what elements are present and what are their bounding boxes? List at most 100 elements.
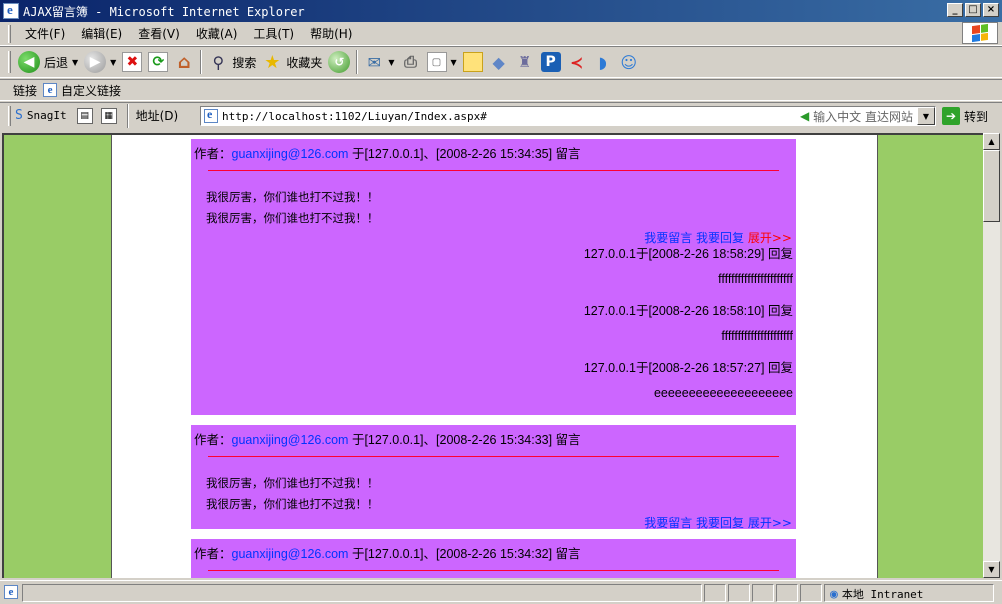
search-icon: ⚲ (212, 52, 225, 72)
go-arrow-icon: ➔ (942, 107, 960, 125)
notes-button[interactable] (460, 48, 486, 76)
mail-icon: ✉ (367, 52, 382, 72)
toolbar-people-button[interactable]: ☺ (616, 48, 642, 76)
refresh-button[interactable]: ⟳ (145, 48, 171, 76)
zone-indicator: ◉ 本地 Intranet (830, 586, 924, 602)
ie-icon: e (43, 83, 58, 97)
capture-window-icon[interactable]: ▤ (76, 107, 93, 124)
research-button[interactable]: ◆ (486, 48, 512, 76)
capture-region-icon[interactable]: ▦ (100, 107, 117, 124)
refresh-icon: ⟳ (148, 52, 169, 72)
message-meta: 于[127.0.0.1]、[2008-2-26 15:34:35] 留言 (351, 147, 581, 161)
message-card: 作者：guanxijing@126.com 于[127.0.0.1]、[2008… (191, 539, 796, 578)
bookmark-icon: ◆ (492, 52, 505, 72)
author-email-link[interactable]: guanxijing@126.com (232, 147, 349, 161)
back-button[interactable]: ◀ 后退 ▼ (15, 48, 81, 76)
snagit-icon: S (15, 108, 23, 123)
messenger-button[interactable]: ♜ (512, 48, 538, 76)
menu-edit[interactable]: 编辑(E) (73, 25, 130, 42)
printer-icon: ⎙ (404, 52, 417, 71)
page-viewport[interactable]: 作者：guanxijing@126.com 于[127.0.0.1]、[2008… (2, 133, 983, 578)
note-icon (462, 52, 483, 72)
reply-text: eeeeeeeeeeeeeeeeeeee (653, 386, 793, 400)
scroll-up-button[interactable]: ▲ (983, 133, 1000, 150)
author-email-link[interactable]: guanxijing@126.com (232, 547, 349, 561)
print-button[interactable]: ⎙ (398, 48, 424, 76)
close-button[interactable]: × (983, 3, 999, 17)
message-header: 作者：guanxijing@126.com 于[127.0.0.1]、[2008… (194, 147, 581, 161)
message-header: 作者：guanxijing@126.com 于[127.0.0.1]、[2008… (194, 433, 581, 447)
window-title: AJAX留言簿 - Microsoft Internet Explorer (23, 4, 305, 19)
message-card: 作者：guanxijing@126.com 于[127.0.0.1]、[2008… (191, 425, 796, 531)
message-line: 我很厉害，你们谁也打不过我！！ (206, 211, 379, 225)
search-button[interactable]: ⚲ 搜索 (205, 48, 259, 76)
message-line: 我很厉害，你们谁也打不过我！！ (206, 190, 379, 204)
go-button[interactable]: ➔ 转到 (942, 107, 988, 125)
toolbar-swoosh-button[interactable]: ≺ (564, 48, 590, 76)
divider (208, 170, 779, 171)
toolbar-fish-button[interactable]: ◗ (590, 48, 616, 76)
dropdown-arrow-icon[interactable]: ▼ (388, 58, 394, 67)
favorites-button[interactable]: ★ 收藏夹 (259, 48, 325, 76)
message-meta: 于[127.0.0.1]、[2008-2-26 15:34:32] 留言 (351, 547, 581, 561)
address-url[interactable]: http://localhost:1102/Liuyan/Index.aspx# (222, 110, 487, 123)
leave-message-link[interactable]: 我要留言 (644, 516, 692, 530)
dropdown-arrow-icon[interactable]: ▼ (72, 58, 78, 67)
page-content: 作者：guanxijing@126.com 于[127.0.0.1]、[2008… (111, 135, 878, 578)
home-button[interactable]: ⌂ (171, 48, 197, 76)
reply-meta: 127.0.0.1于[2008-2-26 18:57:27] 回复 (583, 361, 793, 375)
forward-button[interactable]: ▶ ▼ (81, 48, 119, 76)
toolbar-p-button[interactable]: P (538, 48, 564, 76)
scroll-down-button[interactable]: ▼ (983, 561, 1000, 578)
messenger-icon: ♜ (517, 53, 532, 71)
title-bar: AJAX留言簿 - Microsoft Internet Explorer _ … (0, 0, 1002, 22)
links-bar: 链接 e 自定义链接 (0, 79, 1002, 101)
page-status-icon: e (4, 585, 18, 599)
menu-tools[interactable]: 工具(T) (245, 25, 302, 42)
reply-meta: 127.0.0.1于[2008-2-26 18:58:10] 回复 (583, 304, 793, 318)
menu-file[interactable]: 文件(F) (17, 25, 73, 42)
swoosh-icon: ≺ (569, 52, 584, 72)
address-dropdown-button[interactable]: ▼ (917, 107, 935, 125)
reply-meta: 127.0.0.1于[2008-2-26 18:58:29] 回复 (583, 247, 793, 261)
maximize-button[interactable]: □ (965, 3, 981, 17)
home-icon: ⌂ (177, 51, 191, 73)
reply-text: fffffffffffffffffffffff (718, 272, 793, 286)
status-bar: e ◉ 本地 Intranet (0, 580, 1002, 604)
minimize-button[interactable]: _ (947, 3, 963, 17)
reply-link[interactable]: 我要回复 (696, 516, 744, 530)
address-input[interactable]: http://localhost:1102/Liuyan/Index.aspx#… (200, 106, 936, 126)
snagit-button[interactable]: S SnagIt (15, 108, 67, 123)
reply-text: ffffffffffffffffffffff (721, 329, 793, 343)
vertical-scrollbar[interactable]: ▲ ▼ (983, 133, 1000, 578)
edit-button[interactable]: ▢ ▼ (424, 48, 460, 76)
scroll-thumb[interactable] (983, 150, 1000, 222)
custom-links-link[interactable]: 自定义链接 (61, 82, 121, 99)
menu-bar: 文件(F) 编辑(E) 查看(V) 收藏(A) 工具(T) 帮助(H) (0, 22, 1002, 46)
expand-link[interactable]: 展开>> (748, 516, 792, 530)
hint-arrow-icon: ◀ (799, 109, 810, 123)
edit-page-icon: ▢ (426, 52, 447, 72)
fish-icon: ◗ (598, 52, 607, 72)
page-icon (204, 107, 218, 123)
message-actions: 我要留言 我要回复 展开>> (644, 514, 792, 531)
forward-arrow-icon: ▶ (84, 51, 107, 73)
message-meta: 于[127.0.0.1]、[2008-2-26 15:34:33] 留言 (351, 433, 581, 447)
dropdown-arrow-icon[interactable]: ▼ (451, 58, 457, 67)
dropdown-arrow-icon[interactable]: ▼ (110, 58, 116, 67)
people-icon: ☺ (620, 52, 638, 72)
menu-favorites[interactable]: 收藏(A) (188, 25, 246, 42)
mail-button[interactable]: ✉ ▼ (361, 48, 397, 76)
back-arrow-icon: ◀ (18, 51, 40, 73)
standard-toolbar: ◀ 后退 ▼ ▶ ▼ ✖ ⟳ ⌂ ⚲ 搜索 ★ 收藏夹 ↺ ✉ ▼ ⎙ ▢ ▼ … (0, 46, 1002, 78)
stop-button[interactable]: ✖ (119, 48, 145, 76)
links-label: 链接 (13, 83, 38, 98)
ie-icon (3, 2, 19, 19)
windows-logo-icon (962, 22, 998, 44)
stop-icon: ✖ (122, 52, 143, 72)
history-button[interactable]: ↺ (325, 48, 353, 76)
menu-help[interactable]: 帮助(H) (302, 25, 360, 42)
menu-view[interactable]: 查看(V) (130, 25, 188, 42)
message-card: 作者：guanxijing@126.com 于[127.0.0.1]、[2008… (191, 139, 796, 415)
author-email-link[interactable]: guanxijing@126.com (232, 433, 349, 447)
